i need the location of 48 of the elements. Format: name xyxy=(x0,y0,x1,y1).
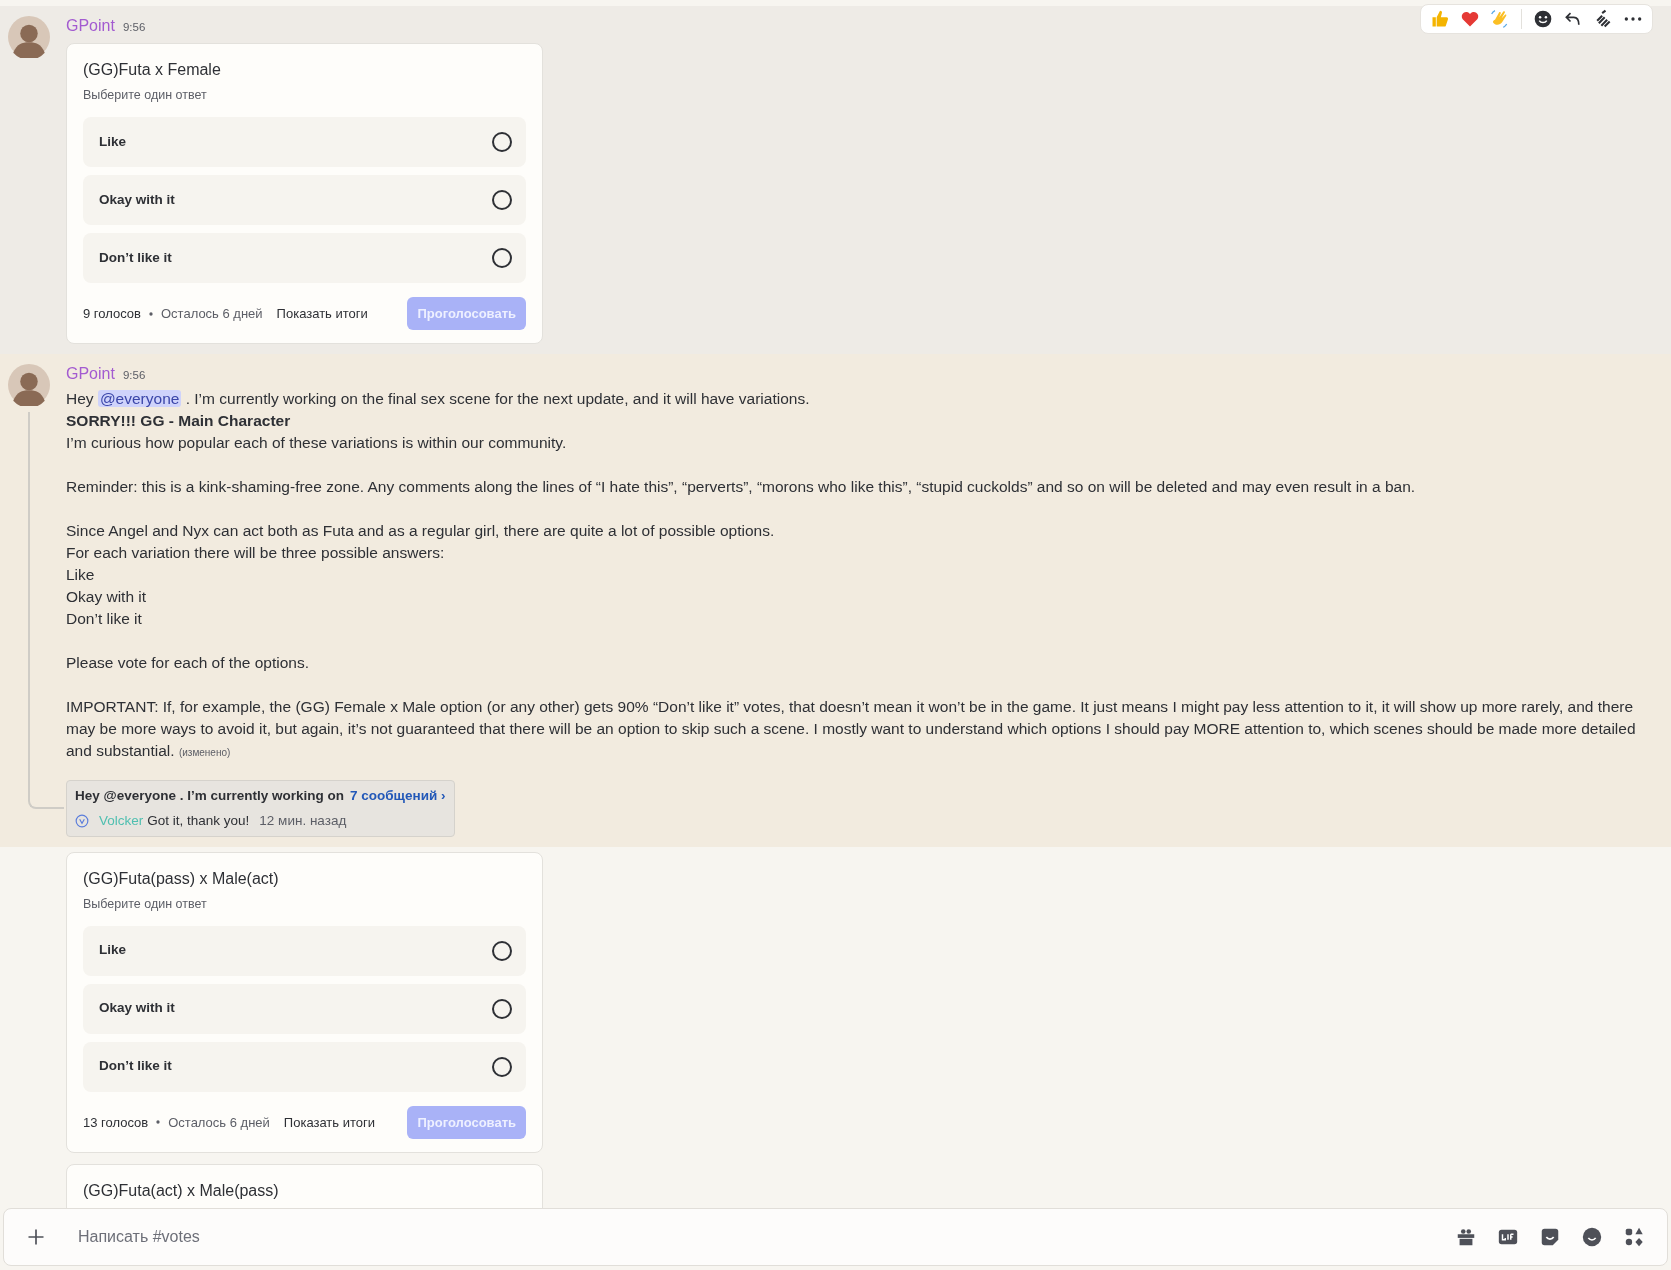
avatar[interactable] xyxy=(8,364,50,407)
message-text: IMPORTANT: If, for example, the (GG) Female x Male option (or any other) gets 90% “Don’t like it” votes, that doesn’t mean it won’t be in the game. It just means I might pay less attention to it, it will show up more rarely, and there may be more ways to avoid it, but again, it’s not guaranteed that there will be an option to skip such a scene. I mostly want to understand which options I should pay MORE attention to, which scenes should be made more detailed and substantial. (изменено) xyxy=(66,697,1637,762)
dot-separator-icon xyxy=(156,1120,161,1125)
vote-count: 9 голосов xyxy=(83,304,141,323)
time-remaining: Осталось 6 дней xyxy=(168,1113,270,1132)
poll-option[interactable]: Like xyxy=(83,116,526,167)
timestamp: 9:56 xyxy=(122,368,146,384)
message-text: Hey @everyone . I’m currently working on the final sex scene for the next update, and it will have variations. SORRY!!! GG - Main Character I’m curious how popular each of these variations is within our community. xyxy=(66,389,811,454)
author-name[interactable]: GPoint xyxy=(66,362,115,387)
time-remaining: Осталось 6 дней xyxy=(161,304,263,323)
heart-icon[interactable] xyxy=(1460,9,1480,29)
plus-icon[interactable] xyxy=(26,1227,46,1247)
emoji-icon[interactable] xyxy=(1581,1226,1603,1248)
vote-count: 13 голосов xyxy=(83,1113,149,1132)
message-text: Since Angel and Nyx can act both as Futa and as a regular girl, there are quite a lot of possible options. For each variation there will be three possible answers: Like Okay with it Don’t like it xyxy=(66,521,776,630)
thread-link[interactable]: 7 сообщений › xyxy=(350,786,446,807)
show-results-button[interactable]: Показать итоги xyxy=(281,1108,377,1136)
thumbs-up-icon[interactable] xyxy=(1430,9,1450,29)
thread-preview[interactable]: Hey @everyone . I’m currently working on 7 сообщений › Volcker Got it, thank you! 12 мин. назад xyxy=(66,780,455,837)
mention[interactable]: @everyone xyxy=(97,390,182,408)
message-composer[interactable]: Написать #votes xyxy=(3,1208,1668,1266)
emoji-icon[interactable] xyxy=(1533,9,1553,29)
poll-option[interactable]: Don’t like it xyxy=(83,1041,526,1092)
message-text: Please vote for each of the options. xyxy=(66,653,310,674)
poll-hint: Выберите один ответ xyxy=(83,895,208,913)
author-name[interactable]: GPoint xyxy=(66,14,115,38)
poll-hint: Выберите один ответ xyxy=(83,87,208,104)
thread-title: Hey @everyone . I’m currently working on xyxy=(75,787,344,806)
user-icon xyxy=(75,813,89,828)
timestamp: 9:56 xyxy=(122,20,146,35)
poll-option[interactable]: Like xyxy=(83,925,526,976)
reply-time: 12 мин. назад xyxy=(259,811,347,830)
reply-text: Got it, thank you! xyxy=(147,811,250,830)
message-input[interactable]: Написать #votes xyxy=(56,1224,1445,1250)
poll-question: (GG)Futa(act) x Male(pass) xyxy=(83,1181,280,1201)
gift-icon[interactable] xyxy=(1455,1226,1477,1248)
edited-label: (изменено) xyxy=(178,747,231,759)
avatar[interactable] xyxy=(8,16,50,58)
poll-option[interactable]: Okay with it xyxy=(83,983,526,1034)
dot-separator-icon xyxy=(149,311,153,316)
poll-question: (GG)Futa(pass) x Male(act) xyxy=(83,868,280,889)
message-text: Reminder: this is a kink-shaming-free zone. Any comments along the lines of “I hate this”, “perverts”, “morons who like this”, “stupid cuckolds” and so on will be deleted and may even result in a ban. xyxy=(66,477,1417,498)
poll-option[interactable]: Don’t like it xyxy=(83,232,526,283)
show-results-button[interactable]: Показать итоги xyxy=(274,299,370,328)
poll-question: (GG)Futa x Female xyxy=(83,60,222,80)
poll-option[interactable]: Okay with it xyxy=(83,174,526,225)
sticker-icon[interactable] xyxy=(1539,1226,1561,1248)
apps-icon[interactable] xyxy=(1623,1226,1645,1248)
